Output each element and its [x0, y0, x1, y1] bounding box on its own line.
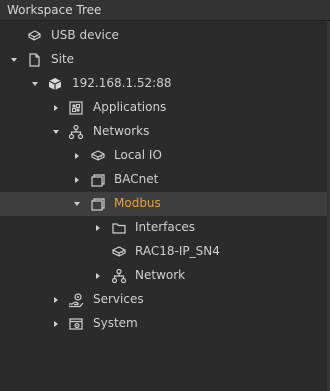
tree-item-label: 192.168.1.52:88 [72, 76, 172, 90]
tree-item-label: Local IO [114, 148, 162, 162]
network-icon [68, 124, 84, 140]
panel-edge [327, 21, 329, 391]
workspace-tree-panel: Workspace Tree USB device Site 192.168.1… [0, 0, 330, 391]
tree-item-network[interactable]: Network [0, 264, 327, 288]
chevron-down-icon[interactable] [51, 127, 61, 137]
io-device-icon [111, 244, 127, 260]
system-icon [68, 316, 84, 332]
tree-item-usb-device[interactable]: USB device [0, 24, 327, 48]
tree-item-local-io[interactable]: Local IO [0, 144, 327, 168]
tree-item-label: Applications [93, 100, 167, 114]
panel-title: Workspace Tree [0, 0, 330, 21]
tree-item-label: RAC18-IP_SN4 [135, 244, 220, 258]
tree-item-rac18[interactable]: RAC18-IP_SN4 [0, 240, 327, 264]
usb-drive-icon [26, 28, 42, 44]
workspace-tree: USB device Site 192.168.1.52:88 Applicat… [0, 21, 330, 391]
chevron-right-icon[interactable] [72, 175, 82, 185]
chevron-right-icon[interactable] [93, 271, 103, 281]
io-device-icon [90, 148, 106, 164]
tree-item-device[interactable]: 192.168.1.52:88 [0, 72, 327, 96]
tree-item-services[interactable]: Services [0, 288, 327, 312]
tree-item-label: USB device [51, 28, 119, 42]
network-icon [111, 268, 127, 284]
tree-item-label: Services [93, 292, 144, 306]
services-icon [68, 292, 84, 308]
tree-item-label: Networks [93, 124, 150, 138]
tree-item-site[interactable]: Site [0, 48, 327, 72]
device-cube-icon [47, 76, 63, 92]
folder-icon [111, 220, 127, 236]
chevron-right-icon[interactable] [93, 223, 103, 233]
chevron-right-icon[interactable] [51, 319, 61, 329]
tree-item-label: Interfaces [135, 220, 195, 234]
tree-item-label: Site [51, 52, 75, 66]
tree-item-label: Modbus [114, 196, 161, 210]
tree-item-label: Network [135, 268, 186, 282]
tree-item-networks[interactable]: Networks [0, 120, 327, 144]
tree-item-bacnet[interactable]: BACnet [0, 168, 327, 192]
chevron-down-icon[interactable] [9, 55, 19, 65]
tree-item-interfaces[interactable]: Interfaces [0, 216, 327, 240]
tree-item-label: System [93, 316, 138, 330]
chevron-right-icon[interactable] [51, 295, 61, 305]
chevron-down-icon[interactable] [72, 199, 82, 209]
chevron-right-icon[interactable] [72, 151, 82, 161]
bacnet-icon [90, 172, 106, 188]
modbus-icon [90, 196, 106, 212]
tree-item-system[interactable]: System [0, 312, 327, 336]
tree-item-label: BACnet [114, 172, 159, 186]
document-icon [26, 52, 42, 68]
chevron-down-icon[interactable] [30, 79, 40, 89]
chevron-right-icon[interactable] [51, 103, 61, 113]
tree-item-modbus[interactable]: Modbus [0, 192, 327, 216]
applications-icon [68, 100, 84, 116]
tree-item-applications[interactable]: Applications [0, 96, 327, 120]
